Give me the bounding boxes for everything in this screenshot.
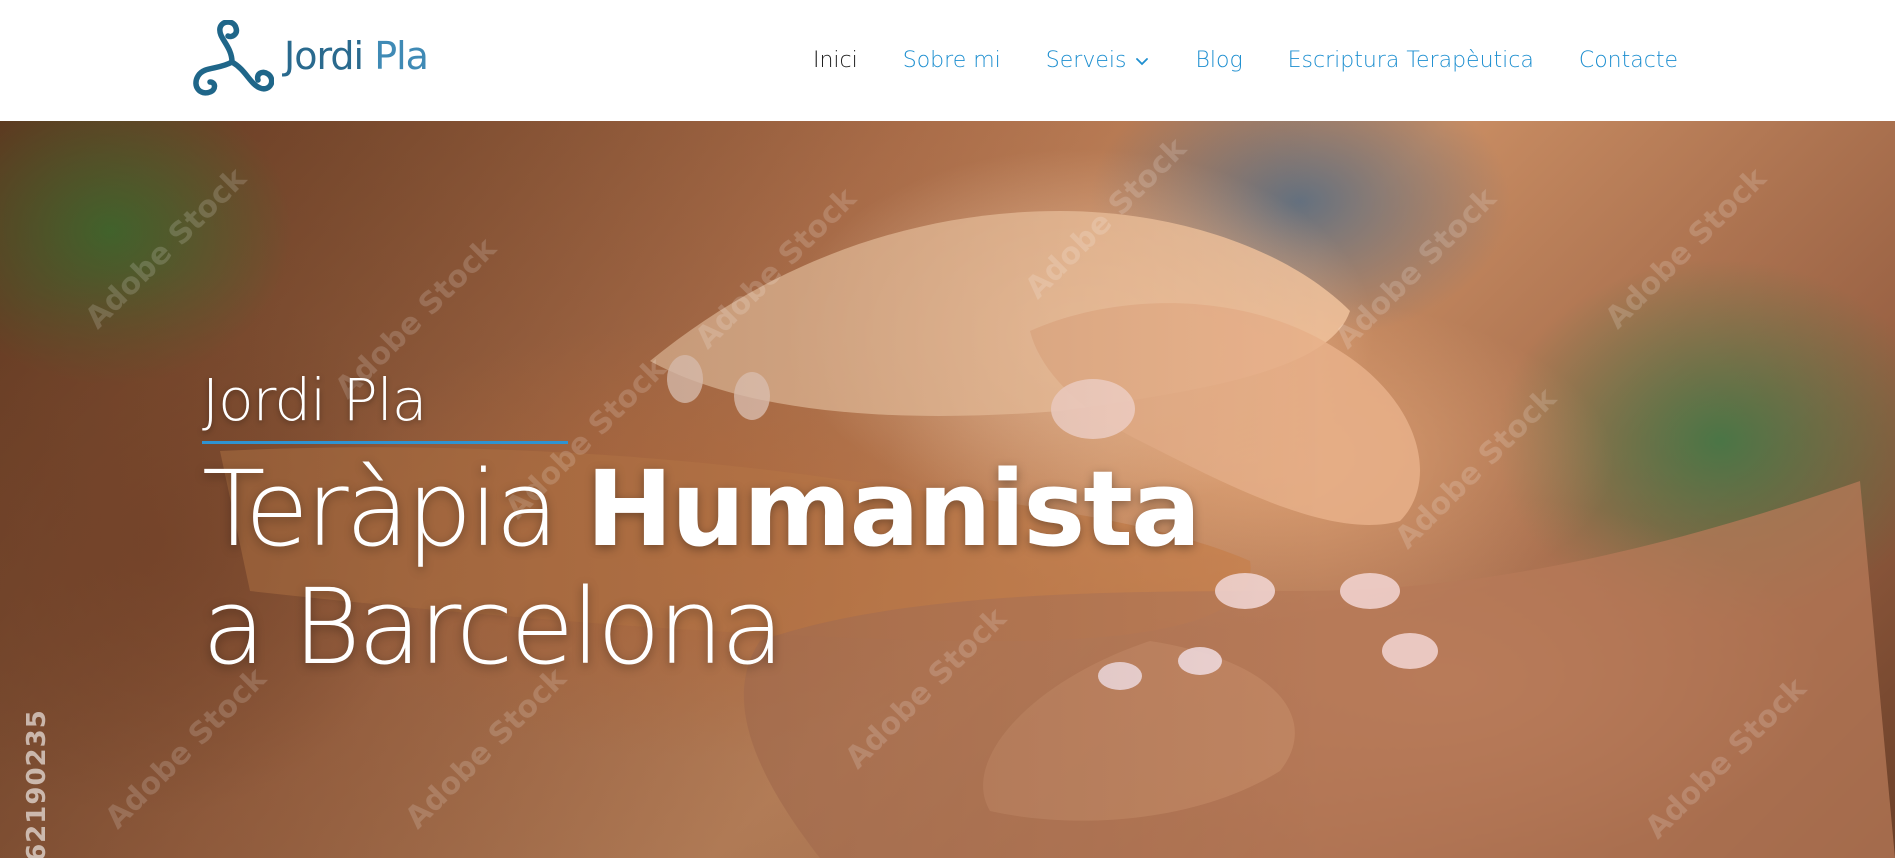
- hero-title: Teràpia Humanista a Barcelona: [202, 448, 1201, 688]
- nav-item-blog[interactable]: Blog: [1195, 48, 1242, 73]
- logo-text-first: Jordi: [284, 34, 364, 78]
- hero-divider: [202, 441, 568, 444]
- nav-item-serveis[interactable]: Serveis: [1046, 48, 1151, 73]
- triskelion-icon: [193, 20, 274, 96]
- hero-title-part1: Teràpia: [202, 448, 587, 570]
- hero-title-part2: Humanista: [586, 448, 1201, 570]
- nav-item-sobre-mi[interactable]: Sobre mi: [903, 48, 1001, 73]
- hero-section: Adobe Stock Adobe Stock Adobe Stock Adob…: [0, 121, 1895, 858]
- nav-item-inici[interactable]: Inici: [813, 48, 858, 73]
- logo-text-second: Pla: [374, 34, 429, 78]
- hero-title-line2: a Barcelona: [202, 566, 784, 688]
- hero-name: Jordi Pla: [202, 366, 427, 434]
- stock-image-id: 862190235: [22, 709, 52, 858]
- main-nav: Inici Sobre mi Serveis Blog Escriptura T…: [813, 0, 1678, 121]
- hero-text-block: Jordi Pla Teràpia Humanista a Barcelona: [202, 366, 1201, 688]
- nav-item-serveis-label: Serveis: [1045, 48, 1127, 73]
- nav-item-escriptura-terapeutica[interactable]: Escriptura Terapèutica: [1288, 48, 1534, 73]
- site-header: Jordi Pla Inici Sobre mi Serveis Blog Es…: [0, 0, 1895, 121]
- nav-item-contacte[interactable]: Contacte: [1579, 48, 1678, 73]
- chevron-down-icon: [1136, 57, 1149, 65]
- site-logo[interactable]: Jordi Pla: [190, 20, 429, 100]
- logo-wordmark: Jordi Pla: [284, 34, 429, 78]
